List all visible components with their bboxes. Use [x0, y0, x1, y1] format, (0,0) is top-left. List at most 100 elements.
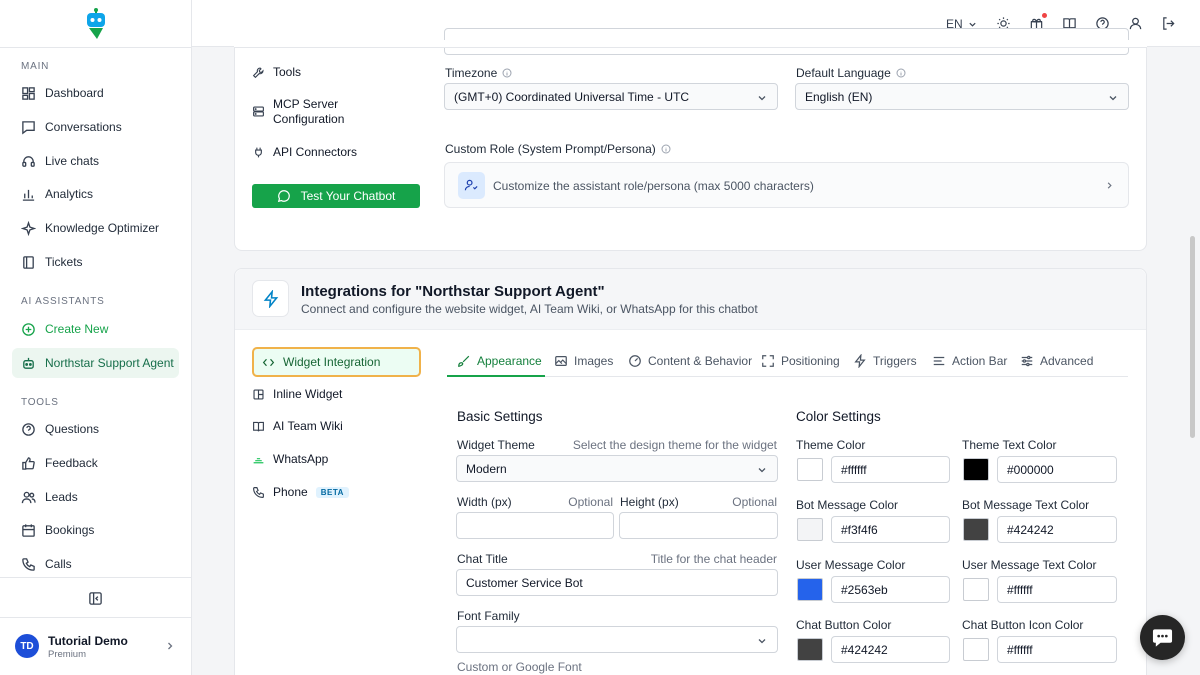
beta-badge: BETA: [315, 486, 349, 498]
bot-message-color-value: #f3f4f6: [841, 522, 878, 537]
sidebar-item-tickets[interactable]: Tickets: [12, 247, 179, 277]
test-chatbot-button[interactable]: Test Your Chatbot: [252, 184, 420, 208]
tab-action-bar[interactable]: Action Bar: [932, 354, 1007, 368]
height-label: Height (px): [620, 495, 679, 509]
sliders-icon: [1021, 355, 1033, 367]
test-chatbot-label: Test Your Chatbot: [300, 189, 396, 203]
user-message-text-color-swatch[interactable]: [963, 578, 989, 601]
account-button[interactable]: [1128, 16, 1143, 31]
sidebar-item-analytics[interactable]: Analytics: [12, 179, 179, 209]
user-message-text-color-value: #ffffff: [1007, 582, 1033, 597]
calendar-icon: [22, 523, 35, 537]
tab-label: Appearance: [477, 354, 542, 368]
info-icon[interactable]: [661, 144, 671, 154]
height-optional-hint: Optional: [732, 495, 777, 509]
integration-menu-inline-widget[interactable]: Inline Widget: [252, 387, 342, 401]
sidebar-collapse-icon[interactable]: [88, 591, 103, 606]
timezone-label-text: Timezone: [445, 66, 498, 80]
sidebar-item-knowledge-optimizer[interactable]: Knowledge Optimizer: [12, 213, 179, 243]
sidebar-item-questions[interactable]: Questions: [12, 414, 179, 444]
integration-menu-label: Widget Integration: [283, 355, 381, 369]
theme-color-swatch[interactable]: [797, 458, 823, 481]
chat-title-input[interactable]: Customer Service Bot: [456, 569, 778, 596]
chat-button-icon-color-value: #ffffff: [1007, 642, 1033, 657]
logout-button[interactable]: [1161, 16, 1176, 31]
chat-button-icon-color-swatch[interactable]: [963, 638, 989, 661]
sidebar-item-feedback[interactable]: Feedback: [12, 448, 179, 478]
widget-theme-select[interactable]: Modern: [456, 455, 778, 482]
height-input[interactable]: [619, 512, 778, 539]
sidebar-item-create-new[interactable]: Create New: [12, 314, 179, 344]
bot-message-color-input[interactable]: #f3f4f6: [831, 516, 950, 543]
bot-message-color-swatch[interactable]: [797, 518, 823, 541]
sidebar-item-bookings[interactable]: Bookings: [12, 515, 179, 545]
gauge-icon: [629, 355, 641, 367]
chat-widget-button[interactable]: [1140, 615, 1185, 660]
chat-button-icon-color-input[interactable]: #ffffff: [997, 636, 1117, 663]
theme-text-color-input[interactable]: #000000: [997, 456, 1117, 483]
user-message-text-color-input[interactable]: #ffffff: [997, 576, 1117, 603]
custom-role-label: Custom Role (System Prompt/Persona): [445, 142, 671, 156]
tab-label: Triggers: [873, 354, 917, 368]
tab-triggers[interactable]: Triggers: [853, 354, 917, 368]
integration-menu-phone[interactable]: Phone BETA: [252, 485, 349, 499]
tab-advanced[interactable]: Advanced: [1020, 354, 1093, 368]
tabs-underline: [447, 376, 1128, 377]
sidebar-item-label: Calls: [45, 557, 72, 571]
user-message-text-color-label: User Message Text Color: [962, 558, 1097, 572]
default-language-label-text: Default Language: [796, 66, 891, 80]
integration-menu-ai-team-wiki[interactable]: AI Team Wiki: [252, 419, 343, 433]
persona-icon: [458, 172, 485, 199]
code-icon: [262, 358, 275, 366]
user-message-color-input[interactable]: #2563eb: [831, 576, 950, 603]
timezone-select[interactable]: (GMT+0) Coordinated Universal Time - UTC: [444, 83, 778, 110]
tab-content-behavior[interactable]: Content & Behavior: [628, 354, 752, 368]
chat-bubble-icon: [22, 120, 35, 134]
user-message-color-value: #2563eb: [841, 582, 888, 597]
default-language-select[interactable]: English (EN): [795, 83, 1129, 110]
chat-button-color-value: #424242: [841, 642, 888, 657]
integration-menu-widget-integration[interactable]: Widget Integration: [252, 347, 421, 377]
settings-menu-tools[interactable]: Tools: [252, 65, 301, 79]
tab-appearance[interactable]: Appearance: [457, 354, 542, 368]
bar-chart-icon: [22, 189, 35, 201]
robot-logo-icon[interactable]: [83, 8, 109, 40]
section-label-ai-assistants: AI ASSISTANTS: [21, 296, 105, 307]
sidebar-item-label: Questions: [45, 422, 100, 436]
chevron-right-icon: [1107, 182, 1112, 189]
sidebar-item-live-chats[interactable]: Live chats: [12, 146, 179, 176]
user-profile[interactable]: TD Tutorial Demo Premium: [15, 633, 180, 661]
width-input[interactable]: [456, 512, 614, 539]
chat-button-color-swatch[interactable]: [797, 638, 823, 661]
sidebar-item-northstar-support-agent[interactable]: Northstar Support Agent: [12, 348, 179, 378]
theme-color-input[interactable]: #ffffff: [831, 456, 950, 483]
chevron-down-icon: [758, 639, 766, 644]
integration-menu-whatsapp[interactable]: WhatsApp: [252, 452, 328, 466]
font-family-select[interactable]: [456, 626, 778, 653]
chat-title-hint: Title for the chat header: [650, 552, 777, 566]
lightning-icon: [854, 354, 866, 368]
info-icon[interactable]: [896, 68, 906, 78]
theme-text-color-swatch[interactable]: [963, 458, 989, 481]
page-scrollbar[interactable]: [1190, 236, 1195, 438]
chat-button-color-input[interactable]: #424242: [831, 636, 950, 663]
sidebar-item-dashboard[interactable]: Dashboard: [12, 78, 179, 108]
color-settings-heading: Color Settings: [796, 409, 881, 424]
tab-images[interactable]: Images: [554, 354, 613, 368]
user-icon: [1129, 17, 1142, 30]
users-icon: [21, 491, 36, 503]
bot-message-text-color-swatch[interactable]: [963, 518, 989, 541]
settings-menu-api-connectors[interactable]: API Connectors: [252, 145, 357, 159]
custom-role-field[interactable]: Customize the assistant role/persona (ma…: [444, 162, 1129, 208]
info-icon[interactable]: [502, 68, 512, 78]
tab-positioning[interactable]: Positioning: [761, 354, 840, 368]
sidebar-item-conversations[interactable]: Conversations: [12, 112, 179, 142]
sidebar-item-calls[interactable]: Calls: [12, 549, 179, 579]
custom-role-placeholder: Customize the assistant role/persona (ma…: [493, 179, 814, 193]
settings-menu-mcp-server[interactable]: MCP Server Configuration: [252, 97, 344, 127]
user-message-color-swatch[interactable]: [797, 578, 823, 601]
widget-theme-hint: Select the design theme for the widget: [572, 438, 777, 452]
sidebar-item-label: Live chats: [45, 154, 100, 168]
bot-message-text-color-input[interactable]: #424242: [997, 516, 1117, 543]
sidebar-item-leads[interactable]: Leads: [12, 482, 179, 512]
